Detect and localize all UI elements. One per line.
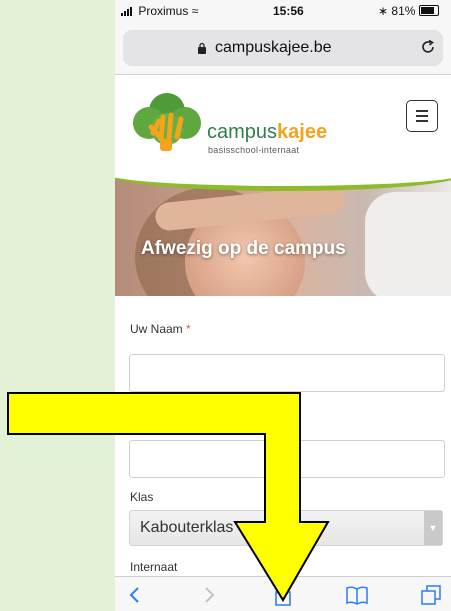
carrier-area: Proximus ≈: [121, 4, 198, 18]
tabs-icon[interactable]: [419, 583, 443, 607]
internaat-label: Internaat: [130, 560, 178, 574]
second-input[interactable]: [129, 440, 445, 478]
name-label: Uw Naam *: [130, 322, 191, 336]
brand-tagline: basisschool-internaat: [208, 145, 300, 155]
name-input[interactable]: [129, 354, 445, 392]
required-mark: *: [186, 322, 191, 336]
bluetooth-icon: ∗: [378, 4, 389, 18]
phone-screen: Proximus ≈ 15:56 ∗ 81% campuskajee.be ca…: [115, 0, 451, 611]
battery-icon: [418, 5, 439, 16]
chevron-down-icon: ▼: [424, 511, 442, 545]
share-icon[interactable]: [271, 583, 295, 607]
klas-selected-value: Kabouterklas: [140, 519, 234, 536]
status-bar: Proximus ≈ 15:56 ∗ 81%: [115, 0, 451, 22]
menu-icon: [416, 110, 428, 112]
green-wave-divider: [115, 172, 451, 191]
carrier-name: Proximus: [138, 4, 189, 18]
wifi-icon: ≈: [191, 4, 199, 18]
battery-area: ∗ 81%: [378, 4, 439, 18]
site-header: campuskajee basisschool-internaat: [115, 75, 451, 175]
brand-suffix: kajee: [277, 121, 328, 143]
bookmarks-icon[interactable]: [345, 583, 369, 607]
lock-icon: [198, 42, 206, 54]
tree-logo-icon[interactable]: [129, 93, 205, 155]
reload-icon[interactable]: [419, 38, 437, 56]
hero-banner: Afwezig op de campus: [115, 172, 451, 296]
url-text: campuskajee.be: [215, 39, 332, 56]
battery-fill: [420, 7, 434, 14]
klas-select[interactable]: Kabouterklas ▼: [129, 510, 443, 546]
signal-icon: [121, 6, 135, 16]
back-icon[interactable]: [123, 583, 147, 607]
klas-label: Klas: [130, 490, 154, 504]
browser-toolbar: [115, 576, 451, 611]
status-time: 15:56: [273, 4, 304, 18]
address-bar[interactable]: campuskajee.be: [123, 30, 443, 66]
forward-icon[interactable]: [197, 583, 221, 607]
brand-prefix: campus: [207, 121, 278, 143]
menu-button[interactable]: [406, 100, 438, 132]
name-label-text: Uw Naam: [130, 322, 183, 336]
hero-title: Afwezig op de campus: [141, 238, 346, 259]
hero-pillow: [365, 192, 451, 296]
absence-form: Uw Naam * Klas Kabouterklas ▼ Internaat: [115, 296, 451, 576]
brand-name: campuskajee: [207, 121, 327, 144]
browser-address-area: campuskajee.be: [115, 22, 451, 75]
battery-percent: 81%: [391, 4, 416, 18]
